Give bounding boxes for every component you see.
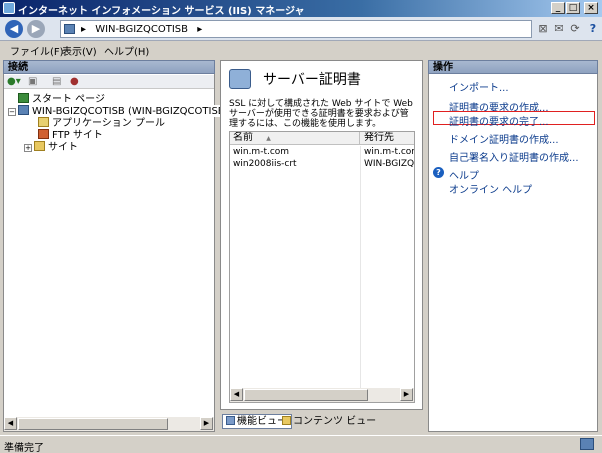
collapse-icon[interactable]: − — [8, 108, 16, 116]
close-button[interactable]: × — [584, 2, 598, 14]
connections-hscrollbar[interactable]: ◀ ▶ — [4, 417, 214, 431]
tab-content-view[interactable]: コンテンツ ビュー — [282, 415, 376, 429]
connect-icon[interactable]: ●▾ — [7, 76, 21, 87]
ftp-icon — [38, 129, 49, 139]
address-box[interactable]: ▸ WIN-BGIZQCOTISB ▸ — [60, 20, 532, 38]
tree-item-ftp-sites[interactable]: FTP サイト — [38, 129, 103, 141]
actions-pane: 操作 インポート... 証明書の要求の作成... 証明書の要求の完了... ドメ… — [428, 60, 598, 432]
view-tabs: 機能ビュー コンテンツ ビュー — [220, 413, 423, 431]
tree-item-start-page[interactable]: スタート ページ — [18, 93, 105, 105]
address-bar: ◀ ▶ ▸ WIN-BGIZQCOTISB ▸ ⊠ ✉ ⟳ ? — [0, 17, 602, 41]
help-icon: ? — [433, 167, 444, 178]
scroll-left-button[interactable]: ◀ — [4, 417, 17, 430]
sites-folder-icon — [34, 141, 45, 151]
column-header-name[interactable]: 名前 ▲ — [230, 132, 360, 145]
column-header-issued-to[interactable]: 発行先 — [360, 132, 414, 145]
action-create-self-signed[interactable]: 自己署名入り証明書の作成... — [449, 149, 579, 164]
window-title: インターネット インフォメーション サービス (IIS) マネージャ — [18, 6, 305, 17]
stop-icon[interactable]: ⊠ — [536, 22, 550, 35]
scroll-thumb[interactable] — [18, 418, 168, 430]
title-bar: インターネット インフォメーション サービス (IIS) マネージャ _ □ × — [0, 0, 602, 17]
content-view-icon — [282, 416, 291, 425]
save-icon[interactable]: ▣ — [28, 76, 37, 87]
app-pool-icon — [38, 117, 49, 127]
tree-item-app-pools[interactable]: アプリケーション プール — [38, 117, 165, 129]
features-view-icon — [226, 416, 235, 425]
tree-item-sites[interactable]: + サイト — [24, 141, 78, 153]
mail-icon[interactable]: ✉ — [552, 22, 566, 35]
address-path: WIN-BGIZQCOTISB — [95, 24, 189, 35]
network-status-icon — [580, 438, 594, 450]
actions-header: 操作 — [428, 60, 598, 74]
minimize-button[interactable]: _ — [551, 2, 565, 14]
action-help[interactable]: ヘルプ — [449, 167, 479, 182]
action-complete-request[interactable]: 証明書の要求の完了... — [449, 113, 549, 128]
help-dropdown-icon[interactable]: ? — [586, 22, 600, 35]
server-icon — [18, 105, 29, 115]
action-import[interactable]: インポート... — [449, 79, 509, 94]
connections-pane: 接続 ●▾ ▣ ▤ ● スタート ページ − WIN-BGIZQCOTISB (W… — [3, 60, 261, 432]
list-scroll-right-button[interactable]: ▶ — [400, 388, 413, 401]
list-scroll-left-button[interactable]: ◀ — [230, 388, 243, 401]
server-icon — [64, 24, 75, 34]
column-divider — [360, 146, 361, 402]
forward-button[interactable]: ▶ — [27, 20, 45, 38]
action-create-domain-cert[interactable]: ドメイン証明書の作成... — [449, 131, 559, 146]
table-row[interactable]: win.m-t.com win.m-t.com — [230, 146, 414, 158]
list-hscrollbar[interactable]: ◀ ▶ — [230, 388, 414, 402]
expand-icon[interactable]: + — [24, 144, 32, 152]
scroll-right-button[interactable]: ▶ — [200, 417, 213, 430]
connections-toolbar: ●▾ ▣ ▤ ● — [4, 75, 214, 89]
status-bar: 準備完了 — [0, 435, 602, 453]
up-icon[interactable]: ▤ — [52, 76, 61, 87]
feature-pane: サーバー証明書 SSL に対して構成された Web サイトで Web サーバーが… — [220, 60, 423, 410]
refresh-icon[interactable]: ⟳ — [568, 22, 582, 35]
table-row[interactable]: win2008iis-crt WIN-BGIZQC — [230, 158, 414, 170]
action-online-help[interactable]: オンライン ヘルプ — [449, 181, 532, 196]
address-separator: ▸ — [81, 24, 87, 35]
list-scroll-thumb[interactable] — [244, 389, 368, 401]
status-text: 準備完了 — [4, 443, 44, 453]
disconnect-icon[interactable]: ● — [70, 76, 79, 87]
certificate-icon — [229, 69, 251, 89]
iis-app-icon — [3, 2, 15, 14]
back-button[interactable]: ◀ — [5, 20, 23, 38]
start-page-icon — [18, 93, 29, 103]
sort-ascending-icon: ▲ — [266, 135, 271, 142]
menu-bar: ファイル(F) 表示(V) ヘルプ(H) — [0, 41, 602, 58]
address-trailing-arrow[interactable]: ▸ — [197, 24, 202, 35]
feature-description: SSL に対して構成された Web サイトで Web サーバーが使用できる証明書… — [229, 99, 413, 129]
menu-help[interactable]: ヘルプ(H) — [104, 43, 149, 58]
maximize-button[interactable]: □ — [566, 2, 580, 14]
connections-header: 接続 — [3, 60, 215, 74]
menu-view[interactable]: 表示(V) — [62, 43, 97, 58]
certificate-list: 名前 ▲ 発行先 win.m-t.com win.m-t.com win2008… — [229, 131, 415, 403]
feature-title: サーバー証明書 — [263, 72, 361, 88]
menu-file[interactable]: ファイル(F) — [10, 43, 64, 58]
